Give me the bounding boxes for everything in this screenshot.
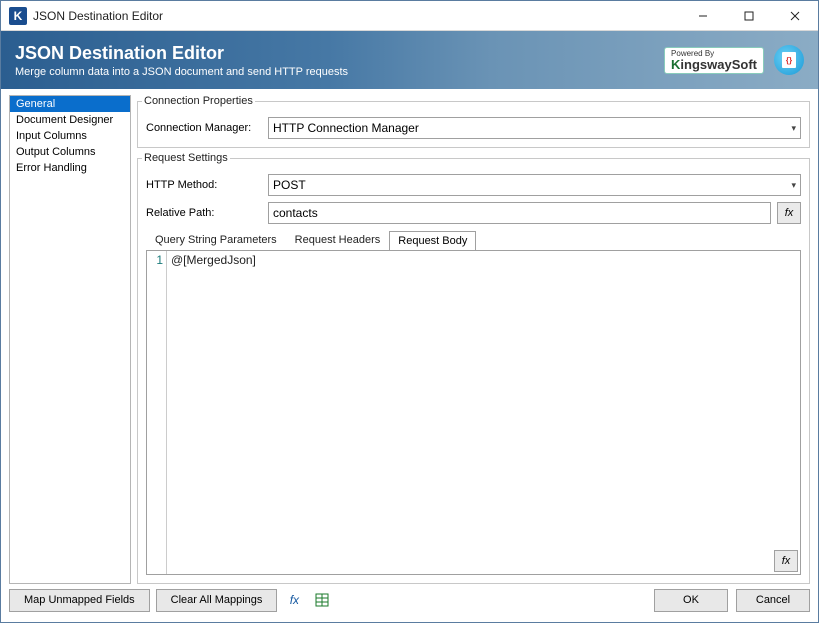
relative-path-fx-button[interactable]: fx — [777, 202, 801, 224]
http-method-value: POST — [273, 178, 306, 192]
cancel-button[interactable]: Cancel — [736, 589, 810, 612]
maximize-button[interactable] — [726, 1, 772, 31]
header-banner: JSON Destination Editor Merge column dat… — [1, 31, 818, 89]
fx-toolbar-icon[interactable]: fx — [283, 589, 305, 611]
clear-all-mappings-button[interactable]: Clear All Mappings — [156, 589, 278, 612]
grid-toolbar-icon[interactable] — [311, 589, 333, 611]
connection-manager-value: HTTP Connection Manager — [273, 121, 419, 135]
json-globe-icon: {} — [774, 45, 804, 75]
window-title: JSON Destination Editor — [33, 9, 680, 23]
dialog-footer: Map Unmapped Fields Clear All Mappings f… — [1, 584, 818, 616]
close-button[interactable] — [772, 1, 818, 31]
title-bar: K JSON Destination Editor — [1, 1, 818, 31]
relative-path-label: Relative Path: — [146, 207, 262, 219]
chevron-down-icon: ▾ — [791, 123, 796, 134]
minimize-button[interactable] — [680, 1, 726, 31]
request-settings-legend: Request Settings — [142, 152, 230, 164]
tab-query-string-parameters[interactable]: Query String Parameters — [146, 230, 286, 250]
map-unmapped-fields-button[interactable]: Map Unmapped Fields — [9, 589, 150, 612]
editor-content[interactable]: @[MergedJson] — [167, 251, 800, 574]
sidebar-item-general[interactable]: General — [10, 96, 130, 112]
page-title: JSON Destination Editor — [15, 43, 348, 64]
connection-manager-label: Connection Manager: — [146, 122, 262, 134]
ok-button[interactable]: OK — [654, 589, 728, 612]
relative-path-input[interactable]: contacts — [268, 202, 771, 224]
editor-gutter: 1 — [147, 251, 167, 574]
app-icon: K — [9, 7, 27, 25]
connection-manager-select[interactable]: HTTP Connection Manager ▾ — [268, 117, 801, 139]
request-body-editor[interactable]: 1 @[MergedJson] fx — [146, 250, 801, 575]
sidebar-item-input-columns[interactable]: Input Columns — [10, 128, 130, 144]
request-settings-group: Request Settings HTTP Method: POST ▾ Rel… — [137, 152, 810, 584]
kingswaysoft-logo: Powered By KingswaySoft — [664, 47, 764, 74]
sidebar-item-output-columns[interactable]: Output Columns — [10, 144, 130, 160]
sidebar-item-document-designer[interactable]: Document Designer — [10, 112, 130, 128]
connection-properties-legend: Connection Properties — [142, 95, 255, 107]
sidebar-item-error-handling[interactable]: Error Handling — [10, 160, 130, 176]
request-body-fx-button[interactable]: fx — [774, 550, 798, 572]
tab-request-headers[interactable]: Request Headers — [286, 230, 390, 250]
page-subtitle: Merge column data into a JSON document a… — [15, 66, 348, 78]
connection-properties-group: Connection Properties Connection Manager… — [137, 95, 810, 148]
nav-sidebar: General Document Designer Input Columns … — [9, 95, 131, 584]
chevron-down-icon: ▾ — [791, 180, 796, 191]
tab-request-body[interactable]: Request Body — [389, 231, 476, 251]
request-tabs: Query String Parameters Request Headers … — [146, 230, 801, 250]
http-method-select[interactable]: POST ▾ — [268, 174, 801, 196]
http-method-label: HTTP Method: — [146, 179, 262, 191]
